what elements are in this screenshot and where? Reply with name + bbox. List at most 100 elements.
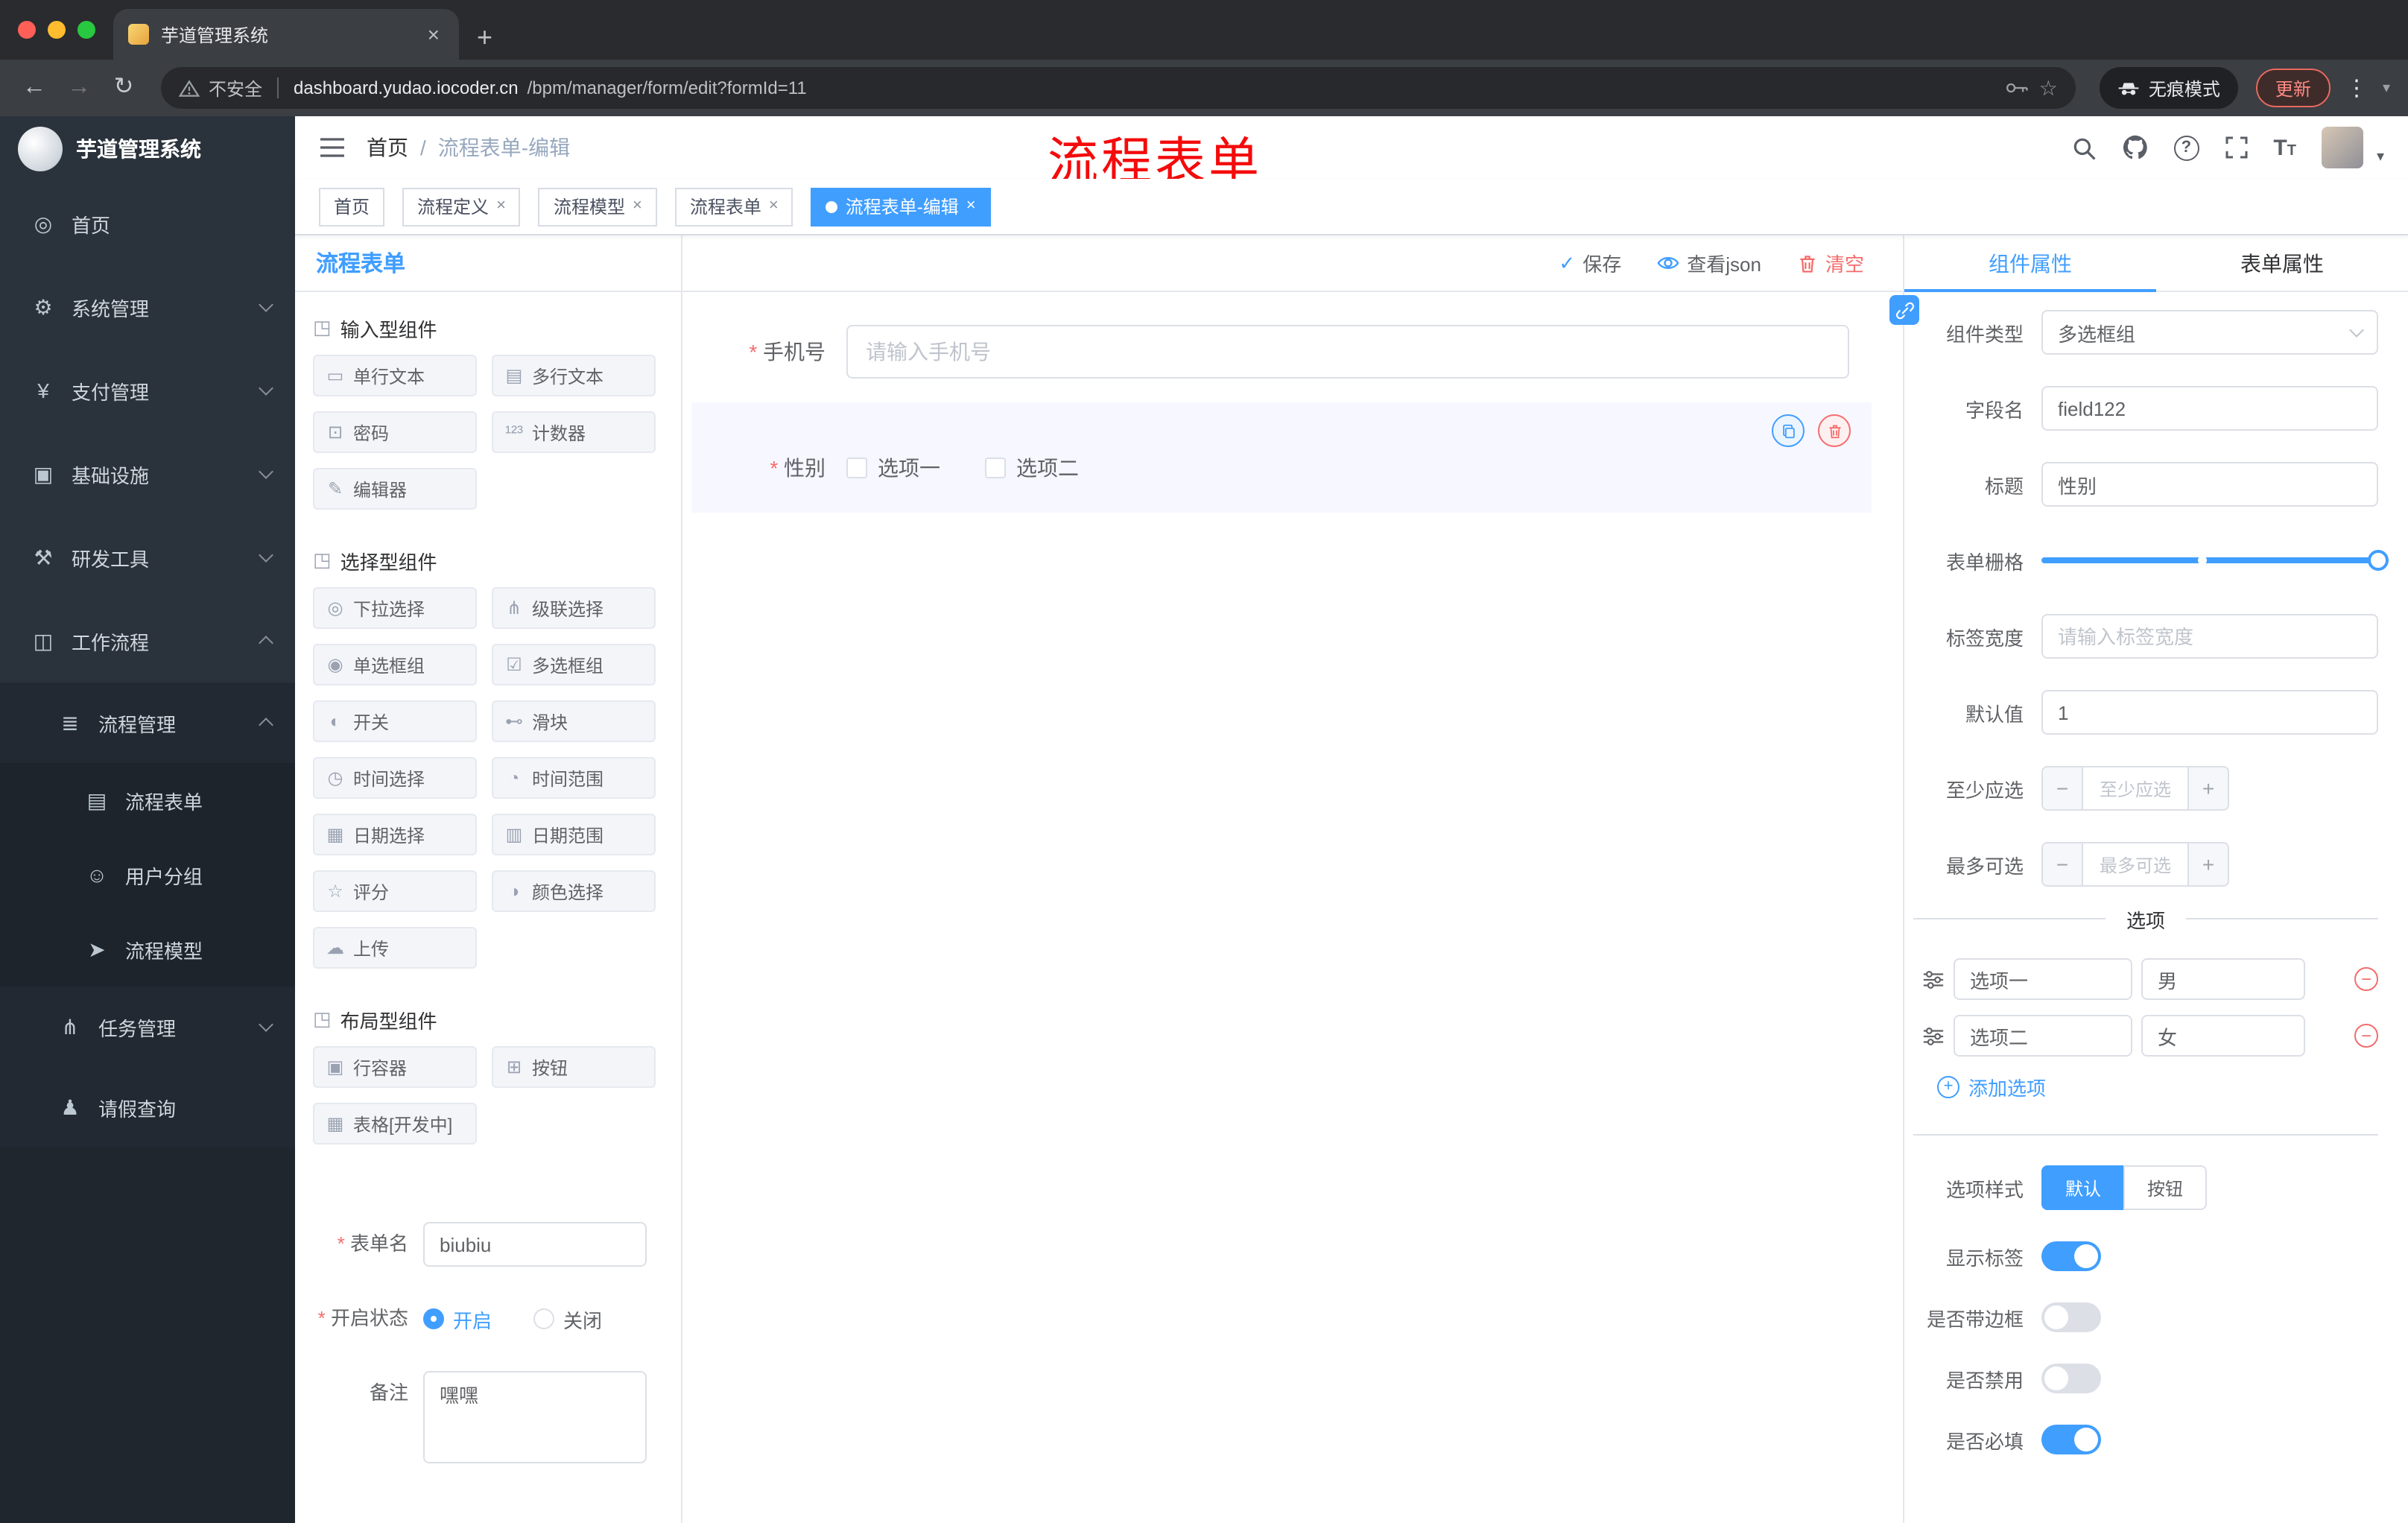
required-switch[interactable]	[2041, 1425, 2101, 1454]
option-value-input[interactable]	[2141, 958, 2305, 1000]
tag-process-definition[interactable]: 流程定义 ×	[402, 187, 521, 226]
component-chip-counter[interactable]: ¹²³ 计数器	[492, 411, 656, 453]
component-chip-upload[interactable]: ☁ 上传	[313, 927, 477, 969]
delete-field-button[interactable]	[1818, 414, 1851, 447]
component-chip-editor[interactable]: ✎ 编辑器	[313, 468, 477, 510]
breadcrumb-home[interactable]: 首页	[367, 133, 408, 162]
checkbox-option-1[interactable]: 选项一	[846, 453, 940, 483]
status-radio-on[interactable]: 开启	[423, 1305, 492, 1333]
phone-input[interactable]	[846, 325, 1849, 379]
search-icon[interactable]	[2070, 135, 2096, 160]
border-switch[interactable]	[2041, 1302, 2101, 1332]
sidebar-item-payment[interactable]: ¥ 支付管理	[0, 349, 295, 432]
label-width-input[interactable]	[2041, 614, 2378, 659]
option-value-input[interactable]	[2141, 1015, 2305, 1057]
sidebar-item-home[interactable]: ◎ 首页	[0, 182, 295, 265]
plus-button[interactable]: +	[2189, 843, 2228, 885]
bookmark-star-icon[interactable]: ☆	[2039, 77, 2058, 98]
sidebar-item-task-management[interactable]: ⋔ 任务管理	[0, 987, 295, 1067]
window-zoom-button[interactable]	[77, 21, 95, 39]
option-name-input[interactable]	[1954, 958, 2132, 1000]
tag-close-icon[interactable]: ×	[633, 197, 642, 215]
tag-home[interactable]: 首页	[319, 187, 385, 226]
slider-track[interactable]	[2041, 550, 2389, 571]
remove-option-button[interactable]: −	[2354, 967, 2378, 991]
component-chip-single-text[interactable]: ▭ 单行文本	[313, 355, 477, 396]
sidebar-item-process-management[interactable]: ≣ 流程管理	[0, 683, 295, 763]
toolbar-overflow-caret-icon[interactable]: ▾	[2383, 80, 2393, 96]
tag-process-form[interactable]: 流程表单 ×	[674, 187, 793, 226]
drag-handle-icon[interactable]	[1922, 1025, 1945, 1047]
remove-option-button[interactable]: −	[2354, 1024, 2378, 1048]
drag-handle-icon[interactable]	[1922, 968, 1945, 990]
style-button-button[interactable]: 按钮	[2123, 1165, 2208, 1210]
title-input[interactable]	[2041, 462, 2378, 507]
component-chip-cascader[interactable]: ⋔ 级联选择	[492, 587, 656, 629]
default-value-input[interactable]	[2041, 690, 2378, 735]
component-chip-select[interactable]: ◎ 下拉选择	[313, 587, 477, 629]
disabled-switch[interactable]	[2041, 1364, 2101, 1393]
clear-button[interactable]: 清空	[1797, 249, 1864, 277]
component-chip-password[interactable]: ⊡ 密码	[313, 411, 477, 453]
address-bar[interactable]: 不安全 dashboard.yudao.iocoder.cn /bpm/mana…	[161, 67, 2076, 109]
status-radio-off[interactable]: 关闭	[533, 1305, 602, 1333]
canvas-field-phone[interactable]: 手机号	[691, 325, 1903, 379]
component-chip-color[interactable]: ◑ 颜色选择	[492, 870, 656, 912]
reload-button[interactable]: ↻	[104, 75, 143, 100]
sidebar-item-leave-query[interactable]: ♟ 请假查询	[0, 1067, 295, 1147]
component-chip-time-range[interactable]: ◔ 时间范围	[492, 757, 656, 799]
menu-fold-icon[interactable]	[319, 137, 346, 158]
browser-menu-icon[interactable]: ⋮	[2336, 75, 2377, 101]
plus-button[interactable]: +	[2189, 767, 2228, 809]
copy-field-button[interactable]	[1772, 414, 1805, 447]
help-icon[interactable]: ?	[2173, 135, 2199, 160]
tag-close-icon[interactable]: ×	[496, 197, 506, 215]
avatar[interactable]	[2321, 127, 2363, 168]
component-chip-slider[interactable]: ⊷ 滑块	[492, 700, 656, 742]
browser-tab[interactable]: 芋道管理系统 ×	[113, 9, 459, 60]
component-chip-date-range[interactable]: ▥ 日期范围	[492, 814, 656, 855]
sidebar-item-system[interactable]: ⚙ 系统管理	[0, 265, 295, 349]
style-default-button[interactable]: 默认	[2041, 1165, 2126, 1210]
component-chip-checkbox-group[interactable]: ☑ 多选框组	[492, 644, 656, 685]
minus-button[interactable]: −	[2043, 767, 2082, 809]
forward-button[interactable]: →	[60, 75, 98, 100]
component-chip-row-container[interactable]: ▣ 行容器	[313, 1046, 477, 1088]
max-select-input[interactable]: 最多可选	[2082, 843, 2189, 885]
canvas-field-gender-selected[interactable]: 性别 选项一 选项二	[691, 402, 1872, 513]
component-chip-table[interactable]: ▦ 表格[开发中]	[313, 1103, 477, 1144]
sidebar-item-devtools[interactable]: ⚒ 研发工具	[0, 516, 295, 599]
window-minimize-button[interactable]	[48, 21, 66, 39]
sidebar-item-user-group[interactable]: ☺ 用户分组	[0, 838, 295, 912]
show-label-switch[interactable]	[2041, 1241, 2101, 1271]
slider-handle[interactable]	[2368, 550, 2389, 571]
font-size-icon[interactable]: TT	[2273, 135, 2296, 160]
github-icon[interactable]	[2121, 134, 2148, 161]
component-chip-multi-text[interactable]: ▤ 多行文本	[492, 355, 656, 396]
sidebar-item-infrastructure[interactable]: ▣ 基础设施	[0, 432, 295, 516]
option-name-input[interactable]	[1954, 1015, 2132, 1057]
tab-close-icon[interactable]: ×	[423, 22, 444, 46]
update-button[interactable]: 更新	[2255, 69, 2331, 107]
field-name-input[interactable]	[2041, 386, 2378, 431]
password-key-icon[interactable]	[2006, 80, 2030, 95]
tag-close-icon[interactable]: ×	[966, 197, 976, 215]
sidebar-item-workflow[interactable]: ◫ 工作流程	[0, 599, 295, 683]
add-option-button[interactable]: + 添加选项	[1937, 1071, 2378, 1101]
window-close-button[interactable]	[18, 21, 36, 39]
sidebar-item-process-model[interactable]: ➤ 流程模型	[0, 912, 295, 987]
tab-component-props[interactable]: 组件属性	[1904, 235, 2156, 292]
checkbox-option-2[interactable]: 选项二	[985, 453, 1079, 483]
form-grid-slider[interactable]	[2041, 538, 2389, 583]
back-button[interactable]: ←	[15, 75, 54, 100]
tag-process-model[interactable]: 流程模型 ×	[538, 187, 657, 226]
sidebar-item-process-form[interactable]: ▤ 流程表单	[0, 763, 295, 838]
view-json-button[interactable]: 查看json	[1657, 249, 1761, 277]
remark-textarea[interactable]: 嘿嘿	[423, 1371, 647, 1463]
component-chip-date[interactable]: ▦ 日期选择	[313, 814, 477, 855]
avatar-caret-icon[interactable]: ▾	[2377, 149, 2384, 168]
link-button[interactable]	[1889, 295, 1919, 325]
component-chip-rate[interactable]: ☆ 评分	[313, 870, 477, 912]
minus-button[interactable]: −	[2043, 843, 2082, 885]
tag-close-icon[interactable]: ×	[769, 197, 779, 215]
